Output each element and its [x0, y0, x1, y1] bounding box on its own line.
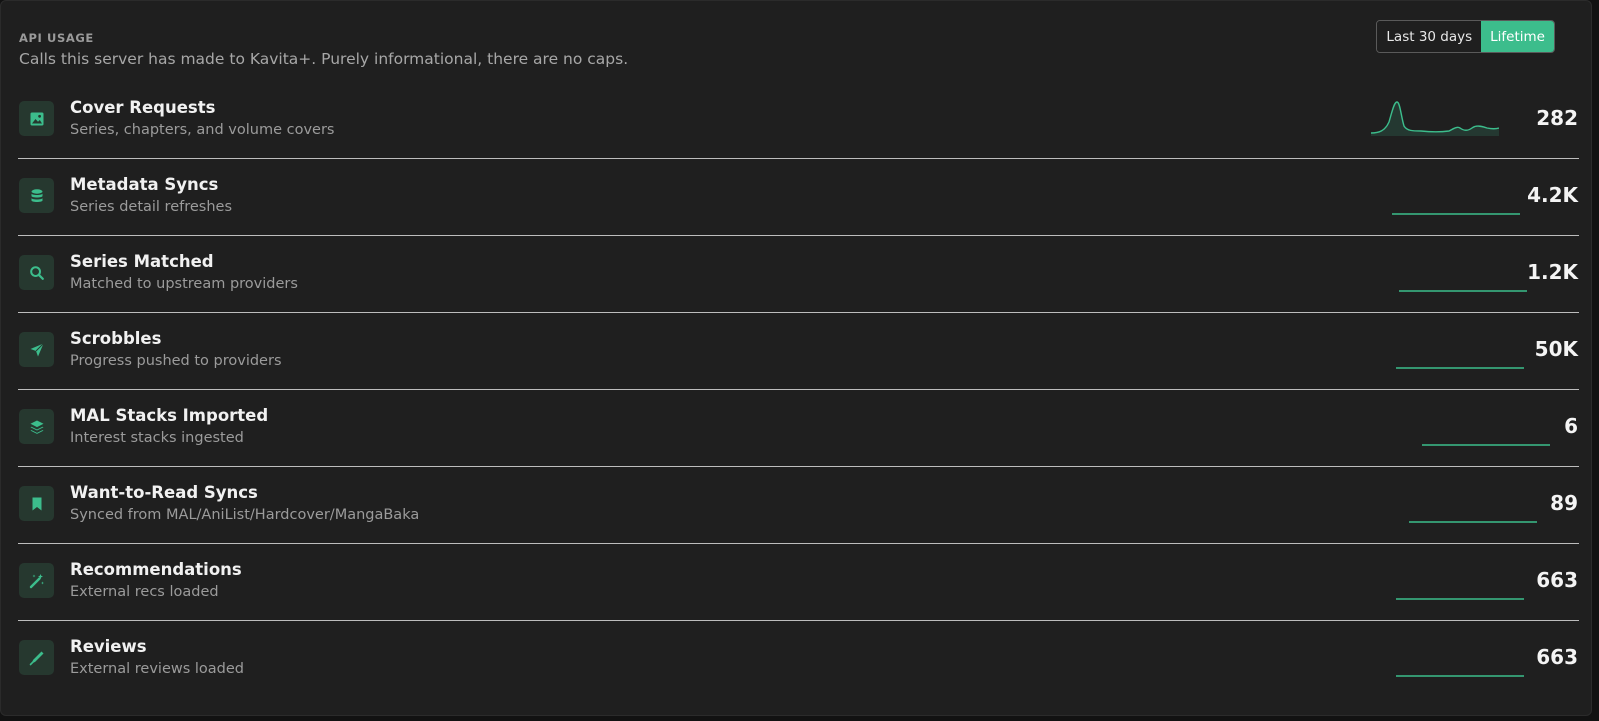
- metric-subtitle: External recs loaded: [70, 584, 219, 600]
- metric-value: 282: [1536, 106, 1578, 130]
- metric-subtitle: Progress pushed to providers: [70, 353, 282, 369]
- sparkline: [1409, 521, 1537, 523]
- sparkline: [1392, 213, 1520, 215]
- metric-value: 50K: [1534, 337, 1578, 361]
- database-icon: [19, 178, 54, 213]
- metric-subtitle: Synced from MAL/AniList/Hardcover/MangaB…: [70, 507, 420, 523]
- metric-title: Cover Requests: [70, 98, 216, 117]
- metric-subtitle: Series, chapters, and volume covers: [70, 122, 335, 138]
- section-title: API USAGE: [19, 31, 94, 45]
- sparkline: [1396, 598, 1524, 600]
- metric-value: 663: [1536, 645, 1578, 669]
- metric-subtitle: Interest stacks ingested: [70, 430, 244, 446]
- api-usage-panel: API USAGE Calls this server has made to …: [0, 0, 1592, 716]
- metric-title: Series Matched: [70, 252, 214, 271]
- time-range-toggle: Last 30 days Lifetime: [1376, 20, 1555, 53]
- metric-subtitle: Series detail refreshes: [70, 199, 233, 215]
- metric-value: 1.2K: [1527, 260, 1578, 284]
- layers-icon: [19, 409, 54, 444]
- metric-title: Scrobbles: [70, 329, 162, 348]
- metric-row-reviews: Reviews External reviews loaded 663: [18, 621, 1579, 698]
- sparkline: [1371, 101, 1499, 136]
- sparkline: [1396, 367, 1524, 369]
- metric-row-cover-requests: Cover Requests Series, chapters, and vol…: [18, 82, 1579, 159]
- lifetime-button[interactable]: Lifetime: [1481, 21, 1554, 52]
- image-icon: [19, 101, 54, 136]
- metrics-list: Cover Requests Series, chapters, and vol…: [18, 82, 1579, 698]
- metric-title: Reviews: [70, 637, 147, 656]
- metric-row-scrobbles: Scrobbles Progress pushed to providers 5…: [18, 313, 1579, 390]
- sparkline: [1396, 675, 1524, 677]
- metric-subtitle: External reviews loaded: [70, 661, 244, 677]
- metric-value: 6: [1564, 414, 1578, 438]
- last-30-days-button[interactable]: Last 30 days: [1377, 21, 1482, 52]
- search-icon: [19, 255, 54, 290]
- metric-title: Want-to-Read Syncs: [70, 483, 258, 502]
- metric-row-want-to-read-syncs: Want-to-Read Syncs Synced from MAL/AniLi…: [18, 467, 1579, 544]
- pen-icon: [19, 640, 54, 675]
- send-icon: [19, 332, 54, 367]
- metric-subtitle: Matched to upstream providers: [70, 276, 298, 292]
- metric-title: MAL Stacks Imported: [70, 406, 269, 425]
- metric-value: 663: [1536, 568, 1578, 592]
- bookmark-icon: [19, 486, 54, 521]
- metric-row-mal-stacks-imported: MAL Stacks Imported Interest stacks inge…: [18, 390, 1579, 467]
- section-description: Calls this server has made to Kavita+. P…: [19, 50, 629, 68]
- sparkline: [1399, 290, 1527, 292]
- metric-title: Metadata Syncs: [70, 175, 219, 194]
- metric-title: Recommendations: [70, 560, 242, 579]
- sparkline: [1422, 444, 1550, 446]
- metric-row-series-matched: Series Matched Matched to upstream provi…: [18, 236, 1579, 313]
- magic-wand-icon: [19, 563, 54, 598]
- metric-row-metadata-syncs: Metadata Syncs Series detail refreshes 4…: [18, 159, 1579, 236]
- metric-value: 89: [1550, 491, 1578, 515]
- metric-value: 4.2K: [1527, 183, 1578, 207]
- metric-row-recommendations: Recommendations External recs loaded 663: [18, 544, 1579, 621]
